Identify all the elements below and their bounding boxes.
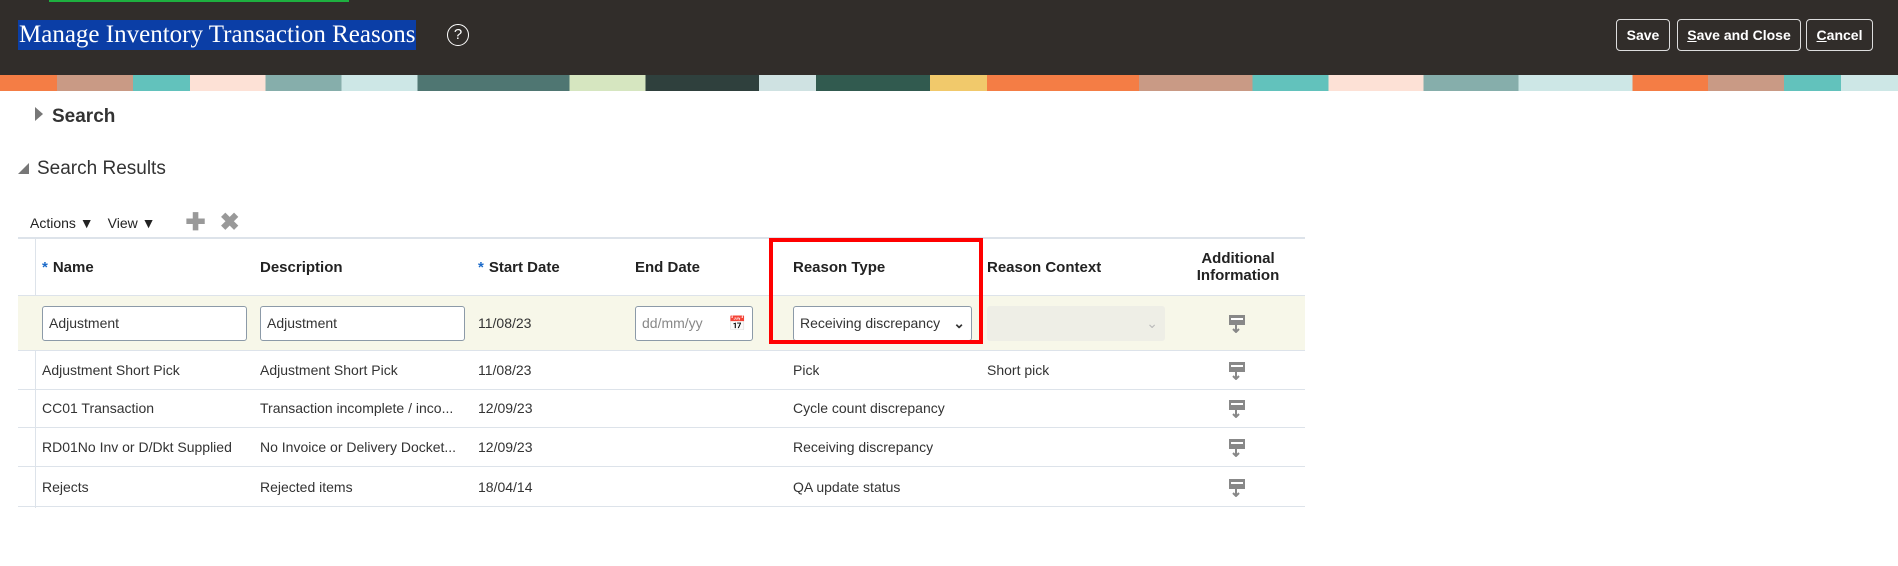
page-header: Manage Inventory Transaction Reasons ? S… — [0, 0, 1898, 75]
table-row[interactable]: CC01 Transaction Transaction incomplete … — [18, 389, 1305, 428]
start-date-cell: 18/04/14 — [478, 479, 533, 495]
delete-icon[interactable]: ✖ — [220, 208, 240, 237]
name-input[interactable]: Adjustment — [42, 305, 247, 341]
help-icon[interactable]: ? — [447, 24, 469, 46]
table-row[interactable]: Rejects Rejected items 18/04/14 QA updat… — [18, 468, 1305, 507]
table-row[interactable]: RD01No Inv or D/Dkt Supplied No Invoice … — [18, 428, 1305, 467]
reason-type-cell: Pick — [793, 362, 820, 378]
column-header-description[interactable]: Description — [260, 239, 343, 295]
additional-information-icon[interactable] — [1228, 477, 1246, 497]
start-date-cell: 12/09/23 — [478, 400, 533, 416]
placeholder: dd/mm/yy — [642, 315, 703, 331]
view-menu[interactable]: View ▼ — [108, 215, 156, 231]
end-date-input[interactable]: dd/mm/yy 📅 — [635, 305, 753, 341]
decorative-banner — [0, 75, 1898, 91]
header-label: Information — [1196, 267, 1280, 284]
additional-information-icon[interactable] — [1228, 360, 1246, 380]
results-toolbar: Actions ▼ View ▼ ✚ ✖ — [30, 208, 254, 237]
chevron-down-icon: ⌄ — [1146, 314, 1158, 331]
required-marker: * — [42, 258, 48, 276]
column-header-end-date[interactable]: End Date — [635, 239, 700, 295]
description-cell: Rejected items — [260, 479, 353, 495]
table-row[interactable]: Adjustment Short Pick Adjustment Short P… — [18, 351, 1305, 390]
table-header-row: * Name Description * Start Date End Date R… — [18, 239, 1305, 296]
progress-indicator — [49, 0, 349, 2]
name-cell: Adjustment Short Pick — [42, 362, 180, 378]
reason-context-select: ⌄ — [987, 305, 1165, 341]
reason-context-cell: Short pick — [987, 362, 1050, 378]
required-marker: * — [478, 258, 484, 276]
start-date-cell: 11/08/23 — [478, 362, 532, 378]
label: ancel — [1826, 27, 1863, 43]
name-cell: CC01 Transaction — [42, 400, 155, 416]
collapse-icon — [18, 163, 29, 174]
results-table: * Name Description * Start Date End Date R… — [18, 237, 1305, 508]
add-icon[interactable]: ✚ — [186, 208, 206, 237]
additional-information-icon[interactable] — [1228, 313, 1246, 333]
column-header-reason-context[interactable]: Reason Context — [987, 239, 1101, 295]
accesskey: C — [1816, 27, 1827, 43]
highlight-box — [769, 238, 983, 344]
description-cell: Transaction incomplete / inco... — [260, 400, 454, 416]
cancel-button[interactable]: Cancel — [1806, 19, 1873, 51]
search-results-header[interactable]: Search Results — [18, 158, 166, 180]
description-cell: No Invoice or Delivery Docket... — [260, 439, 457, 455]
column-header-additional-information[interactable]: Additional Information — [1178, 239, 1298, 295]
search-section-toggle[interactable]: Search — [35, 106, 115, 128]
column-header-start-date[interactable]: * Start Date — [478, 239, 560, 295]
reason-type-cell: Cycle count discrepancy — [793, 400, 945, 416]
calendar-icon[interactable]: 📅 — [729, 315, 746, 332]
reason-type-cell: Receiving discrepancy — [793, 439, 934, 455]
search-results-label: Search Results — [37, 158, 166, 179]
search-label: Search — [52, 106, 116, 127]
save-and-close-button[interactable]: Save and Close — [1677, 19, 1801, 51]
accesskey: S — [1687, 27, 1697, 43]
start-date-cell: 12/09/23 — [478, 439, 533, 455]
description-cell: Adjustment Short Pick — [260, 362, 398, 378]
column-header-name[interactable]: * Name — [42, 239, 94, 295]
table-row-editing[interactable]: Adjustment Adjustment 11/08/23 dd/mm/yy 📅… — [18, 296, 1305, 351]
page-title: Manage Inventory Transaction Reasons — [18, 20, 417, 50]
actions-menu[interactable]: Actions ▼ — [30, 215, 94, 231]
additional-information-icon[interactable] — [1228, 437, 1246, 457]
name-cell: RD01No Inv or D/Dkt Supplied — [42, 439, 232, 455]
reason-type-cell: QA update status — [793, 479, 901, 495]
label: ave and Close — [1696, 27, 1791, 43]
start-date-value: 11/08/23 — [478, 315, 532, 331]
name-cell: Rejects — [42, 479, 89, 495]
description-input[interactable]: Adjustment — [260, 305, 465, 341]
header-label: Start Date — [488, 258, 560, 276]
header-label: Name — [52, 258, 94, 276]
additional-information-icon[interactable] — [1228, 398, 1246, 418]
save-button[interactable]: Save — [1616, 19, 1670, 51]
expand-icon — [35, 107, 43, 121]
header-label: Additional — [1201, 250, 1275, 267]
